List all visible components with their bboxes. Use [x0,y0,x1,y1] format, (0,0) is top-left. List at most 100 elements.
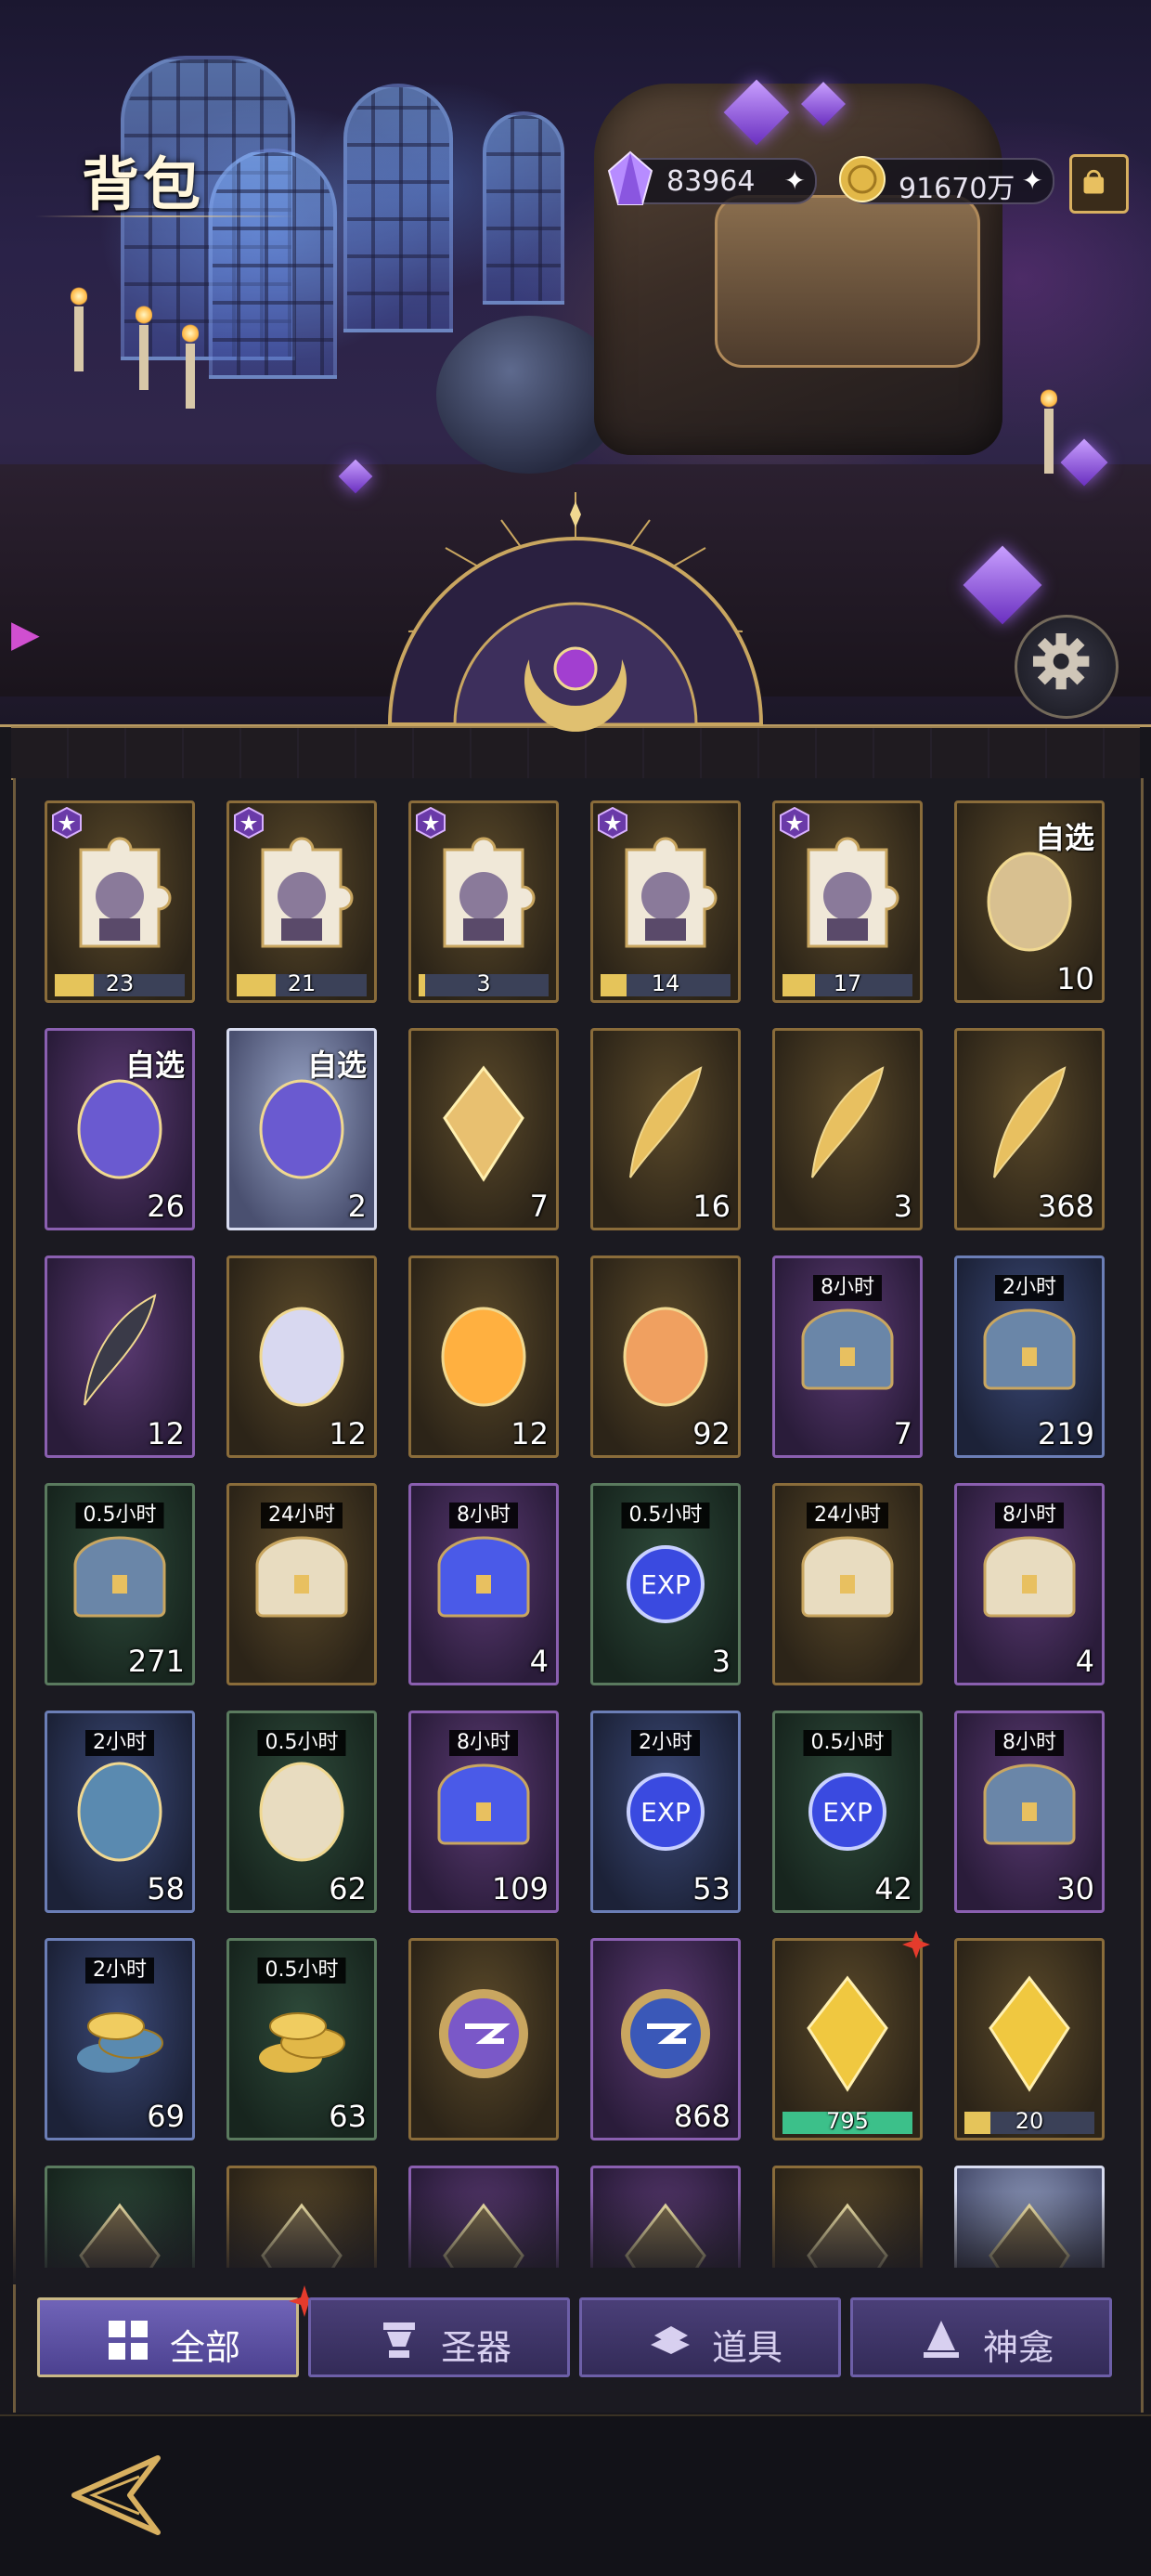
inventory-item[interactable]: 12 [408,1255,559,1458]
fragment-progress-bar: 23 [55,970,185,996]
inventory-item[interactable]: 7 [408,1028,559,1230]
fireworks-icon [426,1286,541,1416]
inventory-item[interactable]: 16 [590,1028,741,1230]
inventory-item[interactable]: 24小时 [226,1483,377,1685]
inventory-item[interactable]: 8小时 7 [772,1255,923,1458]
item-count: 4 [529,1644,549,1679]
inventory-item[interactable]: EXP 2小时 53 [590,1711,741,1913]
inventory-item[interactable]: 795 [772,1938,923,2140]
back-arrow-icon[interactable] [56,2444,176,2546]
title-underline [35,215,295,217]
gold-coin-icon [839,156,886,202]
item-count: 3 [711,1644,731,1679]
duration-tag: 0.5小时 [75,1503,164,1529]
duration-tag: 24小时 [807,1503,888,1529]
inventory-item[interactable]: 2小时 69 [45,1938,195,2140]
inventory-item[interactable]: 92 [590,1255,741,1458]
puzzle-portrait-dark-hair-icon [244,831,359,961]
blue-medallion-icon [608,1969,723,2099]
inventory-grid: 23 21 3 14 17 自选 10 自选 26 自选 2 7 16 3 368 12 12 12 92 8小时 7 2… [45,800,1108,2268]
selectable-label: 自选 [306,1047,367,1083]
side-expand-icon[interactable]: ▶ [11,613,40,656]
inventory-item[interactable]: 24小时 [772,1483,923,1685]
shop-button[interactable] [1069,154,1129,214]
perfume-bottle-icon [244,1286,359,1416]
treasure-chest-icon [62,1514,177,1644]
inventory-item[interactable]: 自选 26 [45,1028,195,1230]
item-count: 3 [893,1189,912,1224]
item-count: 368 [1037,1189,1094,1224]
inventory-item[interactable]: 2小时 58 [45,1711,195,1913]
tab-items-label: 道具 [712,2327,783,2368]
duration-tag: 8小时 [995,1503,1064,1529]
inventory-item[interactable]: 20 [954,1938,1105,2140]
puzzle-portrait-dark-mask-icon [790,831,905,961]
tab-all[interactable]: 全部 [37,2285,320,2377]
fragment-progress-bar: 14 [601,970,731,996]
item-count: 271 [127,1644,185,1679]
duration-tag: 0.5小时 [803,1730,892,1756]
inventory-item[interactable]: 8小时 30 [954,1711,1105,1913]
inventory-item[interactable]: EXP 0.5小时 3 [590,1483,741,1685]
item-count: 2 [347,1189,367,1224]
tab-shrine[interactable]: 神龛 [850,2297,1112,2377]
tab-relic[interactable]: 圣器 [308,2297,570,2377]
inventory-item[interactable]: 自选 10 [954,800,1105,1003]
duration-tag: 0.5小时 [621,1503,710,1529]
inventory-item[interactable]: 868 [590,1938,741,2140]
inventory-item[interactable]: 23 [45,800,195,1003]
inventory-item[interactable]: 368 [954,1028,1105,1230]
tab-items[interactable]: 道具 [579,2297,841,2377]
puzzle-portrait-silver-hair-icon [62,831,177,961]
item-count: 58 [147,1871,185,1906]
settings-button[interactable] [1015,615,1119,719]
scroll-exp-icon: EXP [608,1514,723,1644]
crystal-currency[interactable]: 83964 ✦ [607,150,817,205]
inventory-item[interactable]: 21 [226,800,377,1003]
inventory-item[interactable]: 8小时 109 [408,1711,559,1913]
item-count: 30 [1056,1871,1094,1906]
inventory-item[interactable]: 17 [772,800,923,1003]
add-coin-icon[interactable]: ✦ [1022,168,1043,194]
inventory-item[interactable]: EXP 0.5小时 42 [772,1711,923,1913]
inventory-item[interactable]: 2小时 219 [954,1255,1105,1458]
item-count: 219 [1037,1416,1094,1451]
dark-quill-icon [62,1286,177,1416]
inventory-item[interactable]: 14 [590,800,741,1003]
inventory-item[interactable]: 0.5小时 271 [45,1483,195,1685]
conch-shell-icon [608,1286,723,1416]
progress-count: 14 [651,970,680,996]
svg-text:EXP: EXP [640,1569,691,1600]
progress-count: 795 [826,2108,869,2134]
star-rarity-badge-icon [415,806,446,839]
inventory-item[interactable]: 3 [772,1028,923,1230]
inventory-item[interactable]: 8小时 4 [954,1483,1105,1685]
inventory-item[interactable] [408,1938,559,2140]
stained-glass-window [209,149,337,379]
purple-crystal-icon [607,150,653,205]
inventory-item[interactable]: 12 [226,1255,377,1458]
stained-glass-window [483,111,564,305]
shrine-icon [924,2321,959,2358]
coin-currency[interactable]: 91670万 ✦ [839,156,1054,205]
inventory-item[interactable]: 自选 2 [226,1028,377,1230]
item-count: 69 [147,2099,185,2134]
pouch-exp-icon: EXP [608,1741,723,1871]
progress-count: 23 [105,970,135,996]
duration-tag: 2小时 [85,1730,154,1756]
bag-icon [1083,169,1105,194]
duration-tag: 8小时 [449,1503,518,1529]
star-rarity-badge-icon [233,806,265,839]
selectable-label: 自选 [1034,820,1094,855]
inventory-item[interactable]: 3 [408,800,559,1003]
add-crystal-icon[interactable]: ✦ [784,168,806,194]
candle-icon [71,286,87,371]
inventory-item[interactable]: 0.5小时 62 [226,1711,377,1913]
star-feather-icon [790,1059,905,1189]
inventory-item[interactable]: 0.5小时 63 [226,1938,377,2140]
item-count: 4 [1075,1644,1094,1679]
exp-orbs-icon: EXP [790,1741,905,1871]
inventory-item[interactable]: 12 [45,1255,195,1458]
inventory-item[interactable]: 8小时 4 [408,1483,559,1685]
duration-tag: 2小时 [85,1958,154,1984]
